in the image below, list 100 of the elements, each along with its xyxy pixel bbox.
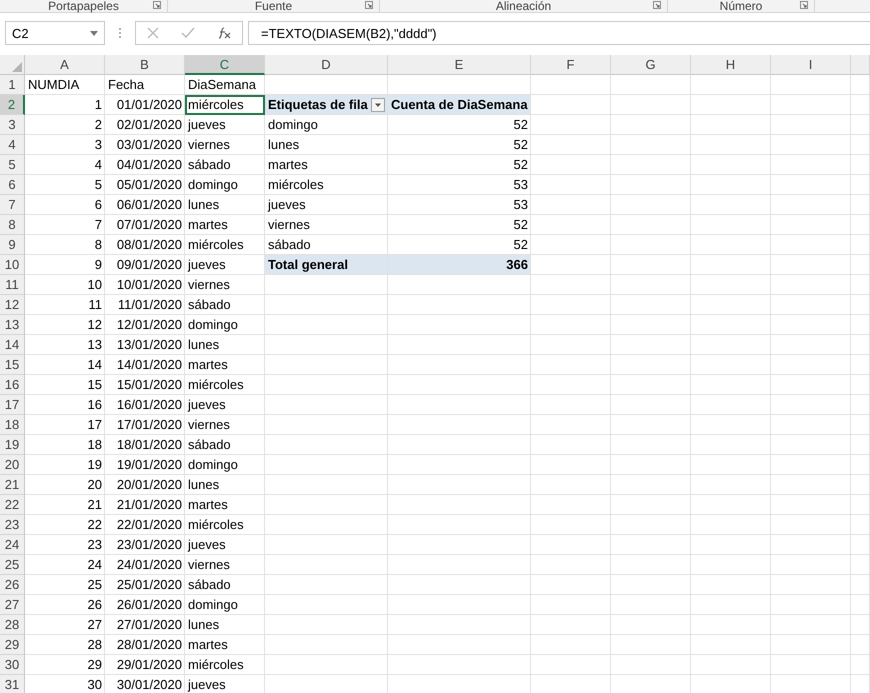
table-cell: 09/01/2020 [105, 255, 185, 275]
table-cell: lunes [185, 335, 265, 355]
name-box[interactable]: C2 [5, 21, 105, 45]
table-cell: martes [185, 635, 265, 655]
table-cell: 07/01/2020 [105, 215, 185, 235]
row-header[interactable]: 19 [0, 435, 25, 455]
table-cell: 53 [388, 195, 531, 215]
row-header[interactable]: 24 [0, 535, 25, 555]
table-cell: lunes [265, 135, 388, 155]
table-cell: sábado [265, 235, 388, 255]
table-cell: 27 [25, 615, 105, 635]
table-cell: domingo [185, 175, 265, 195]
table-cell: 23/01/2020 [105, 535, 185, 555]
row-header[interactable]: 29 [0, 635, 25, 655]
row-header[interactable]: 18 [0, 415, 25, 435]
row-header[interactable]: 20 [0, 455, 25, 475]
row-header[interactable]: 1 [0, 75, 25, 95]
row-header[interactable]: 15 [0, 355, 25, 375]
table-cell: jueves [185, 395, 265, 415]
row-header[interactable]: 16 [0, 375, 25, 395]
table-cell: 24 [25, 555, 105, 575]
table-cell: martes [185, 495, 265, 515]
table-cell: 52 [388, 115, 531, 135]
column-header[interactable]: A [25, 55, 105, 75]
table-cell: Total general [265, 255, 388, 275]
ribbon-group-label: Alineación [496, 0, 552, 12]
column-header[interactable]: B [105, 55, 185, 75]
table-cell: martes [185, 215, 265, 235]
table-cell: miércoles [185, 515, 265, 535]
table-cell: 20 [25, 475, 105, 495]
row-header[interactable]: 12 [0, 295, 25, 315]
table-cell: martes [265, 155, 388, 175]
column-header[interactable]: H [691, 55, 771, 75]
pivot-row-label[interactable]: Etiquetas de fila [265, 95, 388, 115]
table-cell: 6 [25, 195, 105, 215]
active-cell[interactable]: miércoles [185, 95, 265, 115]
table-cell: 7 [25, 215, 105, 235]
row-header[interactable]: 17 [0, 395, 25, 415]
table-cell: 08/01/2020 [105, 235, 185, 255]
table-cell: 21 [25, 495, 105, 515]
column-header[interactable]: E [388, 55, 531, 75]
row-header[interactable]: 31 [0, 675, 25, 693]
table-cell: viernes [185, 415, 265, 435]
row-header[interactable]: 26 [0, 575, 25, 595]
row-header[interactable]: 21 [0, 475, 25, 495]
table-cell: 11 [25, 295, 105, 315]
table-cell: 2 [25, 115, 105, 135]
row-header[interactable]: 30 [0, 655, 25, 675]
table-cell: jueves [265, 195, 388, 215]
table-cell: 29/01/2020 [105, 655, 185, 675]
row-header[interactable]: 10 [0, 255, 25, 275]
row-header[interactable]: 3 [0, 115, 25, 135]
table-cell: 1 [25, 95, 105, 115]
table-cell: miércoles [185, 235, 265, 255]
row-header[interactable]: 27 [0, 595, 25, 615]
table-cell: 9 [25, 255, 105, 275]
table-cell: 06/01/2020 [105, 195, 185, 215]
table-cell: 52 [388, 155, 531, 175]
column-header[interactable]: C [185, 55, 265, 75]
row-header[interactable]: 13 [0, 315, 25, 335]
table-cell: 53 [388, 175, 531, 195]
row-header[interactable]: 6 [0, 175, 25, 195]
table-cell: jueves [185, 675, 265, 693]
formula-input[interactable]: =TEXTO(DIASEM(B2),"dddd") [248, 21, 870, 45]
table-header: Cuenta de DiaSemana [388, 95, 531, 115]
table-cell: 366 [388, 255, 531, 275]
row-header[interactable]: 5 [0, 155, 25, 175]
table-cell: 17 [25, 415, 105, 435]
column-header[interactable]: G [611, 55, 691, 75]
column-header[interactable]: D [265, 55, 388, 75]
table-cell: sábado [185, 155, 265, 175]
table-cell: 5 [25, 175, 105, 195]
table-cell: 10/01/2020 [105, 275, 185, 295]
row-header[interactable]: 23 [0, 515, 25, 535]
table-cell: 14 [25, 355, 105, 375]
table-cell: miércoles [185, 655, 265, 675]
table-cell: domingo [185, 455, 265, 475]
table-cell: jueves [185, 255, 265, 275]
row-header[interactable]: 7 [0, 195, 25, 215]
table-cell: 27/01/2020 [105, 615, 185, 635]
table-cell: 18/01/2020 [105, 435, 185, 455]
table-cell: 14/01/2020 [105, 355, 185, 375]
table-cell: lunes [185, 475, 265, 495]
row-header[interactable]: 28 [0, 615, 25, 635]
table-cell: viernes [265, 215, 388, 235]
column-header[interactable]: F [531, 55, 611, 75]
row-header[interactable]: 4 [0, 135, 25, 155]
row-header[interactable]: 2 [0, 95, 25, 115]
row-header[interactable]: 25 [0, 555, 25, 575]
table-cell: 26/01/2020 [105, 595, 185, 615]
row-header[interactable]: 8 [0, 215, 25, 235]
table-cell: 15 [25, 375, 105, 395]
row-header[interactable]: 22 [0, 495, 25, 515]
row-header[interactable]: 14 [0, 335, 25, 355]
row-header[interactable]: 11 [0, 275, 25, 295]
table-cell: domingo [265, 115, 388, 135]
table-cell: 52 [388, 215, 531, 235]
row-header[interactable]: 9 [0, 235, 25, 255]
table-cell: 52 [388, 235, 531, 255]
column-header[interactable]: I [771, 55, 851, 75]
